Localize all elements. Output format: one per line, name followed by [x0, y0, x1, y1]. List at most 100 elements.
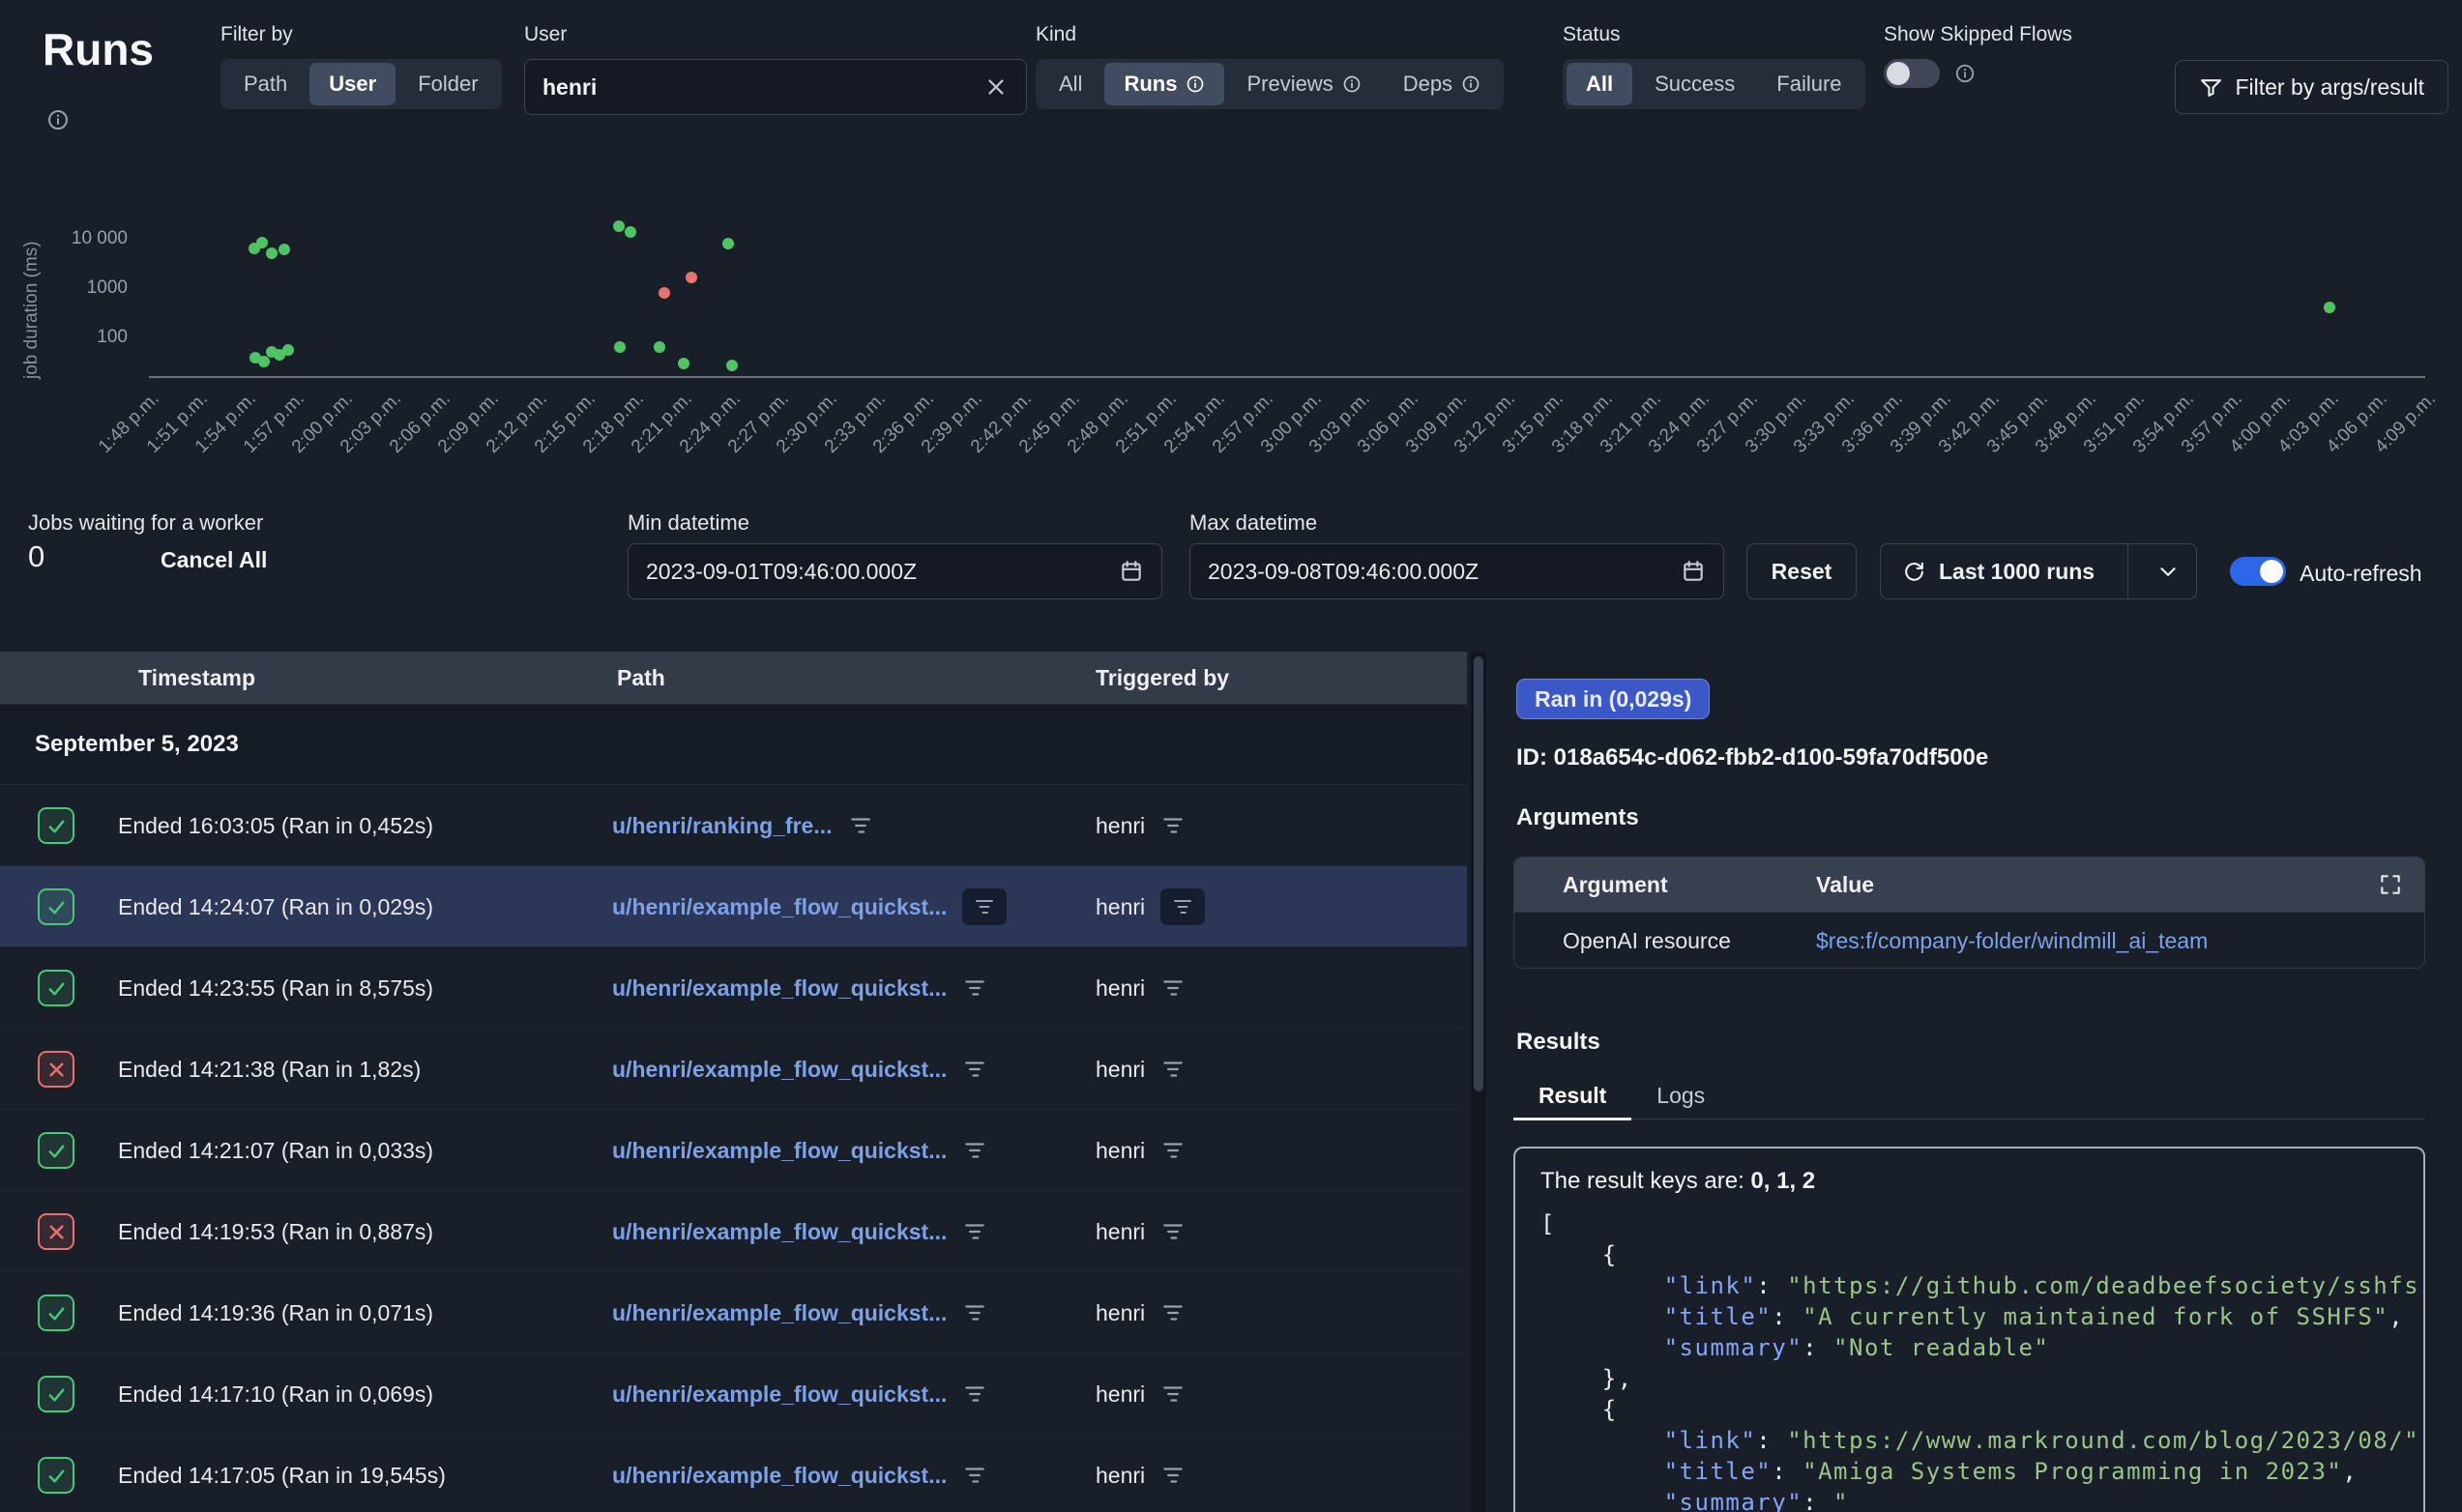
filter-by-option-user[interactable]: User — [309, 63, 396, 105]
result-viewer[interactable]: The result keys are: 0, 1, 2 [ { "link":… — [1513, 1147, 2425, 1512]
run-row-selected[interactable]: Ended 14:24:07 (Ran in 0,029s)u/henri/ex… — [0, 866, 1467, 947]
filter-by-path-icon[interactable] — [962, 888, 1007, 925]
run-dot-success[interactable] — [613, 220, 625, 232]
run-dot-success[interactable] — [678, 358, 689, 369]
run-path-link[interactable]: u/henri/example_flow_quickst... — [612, 1463, 947, 1489]
filter-by-user-icon[interactable] — [1160, 1219, 1186, 1244]
tab-result[interactable]: Result — [1513, 1073, 1631, 1120]
success-check-icon — [38, 1132, 74, 1169]
expand-icon[interactable] — [2378, 872, 2403, 897]
run-dot-success[interactable] — [654, 341, 665, 353]
status-option-failure[interactable]: Failure — [1757, 63, 1861, 105]
run-row[interactable]: Ended 14:21:38 (Ran in 1,82s)u/henri/exa… — [0, 1029, 1467, 1110]
run-row[interactable]: Ended 14:21:07 (Ran in 0,033s)u/henri/ex… — [0, 1110, 1467, 1191]
filter-by-user-icon[interactable] — [1160, 1381, 1186, 1407]
argument-row: OpenAI resource$res:f/company-folder/win… — [1514, 912, 2424, 968]
filter-by-path-icon[interactable] — [962, 1300, 987, 1325]
filter-by-toggle-group: PathUserFolder — [220, 59, 502, 109]
run-path-link[interactable]: u/henri/example_flow_quickst... — [612, 1381, 947, 1408]
filter-by-option-path[interactable]: Path — [224, 63, 307, 105]
filter-by-path-icon[interactable] — [848, 813, 873, 838]
date-group-row: September 5, 2023 — [0, 704, 1467, 785]
min-datetime-value: 2023-09-01T09:46:00.000Z — [646, 559, 1105, 585]
calendar-icon[interactable] — [1681, 559, 1706, 584]
run-dot-success[interactable] — [258, 356, 270, 367]
reset-button[interactable]: Reset — [1746, 543, 1857, 599]
filter-by-path-icon[interactable] — [962, 1381, 987, 1407]
filter-by-args-result-button[interactable]: Filter by args/result — [2175, 60, 2448, 114]
scrollbar-thumb[interactable] — [1474, 656, 1483, 1091]
kind-option-previews[interactable]: Previews — [1227, 63, 1380, 105]
arguments-heading: Arguments — [1516, 804, 1639, 831]
table-scrollbar[interactable] — [1471, 652, 1486, 1512]
run-path-link[interactable]: u/henri/example_flow_quickst... — [612, 1300, 947, 1326]
filter-by-user-icon[interactable] — [1160, 1057, 1186, 1082]
filter-by-user-icon[interactable] — [1160, 888, 1205, 925]
run-user-label: henri — [1096, 1138, 1145, 1164]
option-label: Failure — [1776, 72, 1841, 97]
run-path-link[interactable]: u/henri/example_flow_quickst... — [612, 1219, 947, 1245]
run-path-link[interactable]: u/henri/example_flow_quickst... — [612, 975, 947, 1002]
success-check-icon — [38, 807, 74, 844]
run-row[interactable]: Ended 14:19:36 (Ran in 0,071s)u/henri/ex… — [0, 1272, 1467, 1353]
run-row[interactable]: Ended 14:19:53 (Ran in 0,887s)u/henri/ex… — [0, 1191, 1467, 1272]
cancel-all-button[interactable]: Cancel All — [161, 547, 267, 573]
run-dot-failure[interactable] — [659, 287, 670, 299]
max-datetime-input[interactable]: 2023-09-08T09:46:00.000Z — [1189, 543, 1724, 599]
filter-by-path-icon[interactable] — [962, 1219, 987, 1244]
run-dot-failure[interactable] — [686, 272, 697, 283]
user-input[interactable]: henri — [524, 59, 1027, 115]
result-json-line: "link": "https://github.com/deadbeefsoci… — [1540, 1270, 2398, 1301]
run-dot-success[interactable] — [625, 226, 636, 238]
auto-refresh-toggle[interactable] — [2230, 557, 2286, 586]
filter-by-path-icon[interactable] — [962, 1463, 987, 1488]
kind-option-runs[interactable]: Runs — [1104, 63, 1224, 105]
run-path-link[interactable]: u/henri/example_flow_quickst... — [612, 894, 947, 920]
run-dot-success[interactable] — [278, 244, 290, 255]
result-json-line: }, — [1540, 1363, 2398, 1394]
page-title: Runs — [43, 23, 154, 75]
run-row[interactable]: Ended 14:17:05 (Ran in 19,545s)u/henri/e… — [0, 1435, 1467, 1512]
clear-user-icon[interactable] — [983, 74, 1009, 100]
status-option-success[interactable]: Success — [1635, 63, 1754, 105]
run-path-link[interactable]: u/henri/ranking_fre... — [612, 813, 833, 839]
kind-option-all[interactable]: All — [1040, 63, 1101, 105]
status-option-all[interactable]: All — [1567, 63, 1632, 105]
filter-by-path-icon[interactable] — [962, 1138, 987, 1163]
show-skipped-flows-toggle[interactable] — [1884, 59, 1940, 88]
run-user-label: henri — [1096, 813, 1145, 839]
skipped-flows-block: Show Skipped Flows — [1884, 23, 2072, 88]
filter-by-user-icon[interactable] — [1160, 813, 1186, 838]
kind-option-deps[interactable]: Deps — [1384, 63, 1500, 105]
run-row[interactable]: Ended 16:03:05 (Ran in 0,452s)u/henri/ra… — [0, 785, 1467, 866]
run-dot-success[interactable] — [282, 344, 294, 356]
success-check-icon — [38, 888, 74, 925]
run-row[interactable]: Ended 14:17:10 (Ran in 0,069s)u/henri/ex… — [0, 1353, 1467, 1435]
tab-logs[interactable]: Logs — [1631, 1073, 1730, 1119]
filter-by-user-icon[interactable] — [1160, 1300, 1186, 1325]
filter-by-path-icon[interactable] — [962, 975, 987, 1001]
filter-by-option-folder[interactable]: Folder — [398, 63, 497, 105]
min-datetime-input[interactable]: 2023-09-01T09:46:00.000Z — [628, 543, 1162, 599]
runs-info-icon[interactable] — [46, 108, 70, 131]
run-dot-success[interactable] — [614, 341, 626, 353]
argument-value-link[interactable]: $res:f/company-folder/windmill_ai_team — [1816, 913, 2208, 969]
last-runs-dropdown-button[interactable] — [2140, 544, 2196, 598]
run-dot-success[interactable] — [722, 238, 734, 249]
run-dot-success[interactable] — [726, 360, 738, 371]
run-dot-success[interactable] — [256, 237, 268, 248]
run-dot-success[interactable] — [2324, 302, 2335, 313]
success-check-icon — [38, 1376, 74, 1412]
run-row[interactable]: Ended 14:23:55 (Ran in 8,575s)u/henri/ex… — [0, 947, 1467, 1029]
last-runs-button[interactable]: Last 1000 runs — [1880, 543, 2197, 599]
run-path-link[interactable]: u/henri/example_flow_quickst... — [612, 1057, 947, 1083]
filter-by-user-icon[interactable] — [1160, 1463, 1186, 1488]
skipped-flows-info-icon[interactable] — [1954, 63, 1976, 84]
runs-table: Timestamp Path Triggered by September 5,… — [0, 652, 1467, 1512]
filter-by-user-icon[interactable] — [1160, 1138, 1186, 1163]
run-path-link[interactable]: u/henri/example_flow_quickst... — [612, 1138, 947, 1164]
filter-by-path-icon[interactable] — [962, 1057, 987, 1082]
run-dot-success[interactable] — [266, 247, 278, 259]
filter-by-user-icon[interactable] — [1160, 975, 1186, 1001]
calendar-icon[interactable] — [1119, 559, 1144, 584]
